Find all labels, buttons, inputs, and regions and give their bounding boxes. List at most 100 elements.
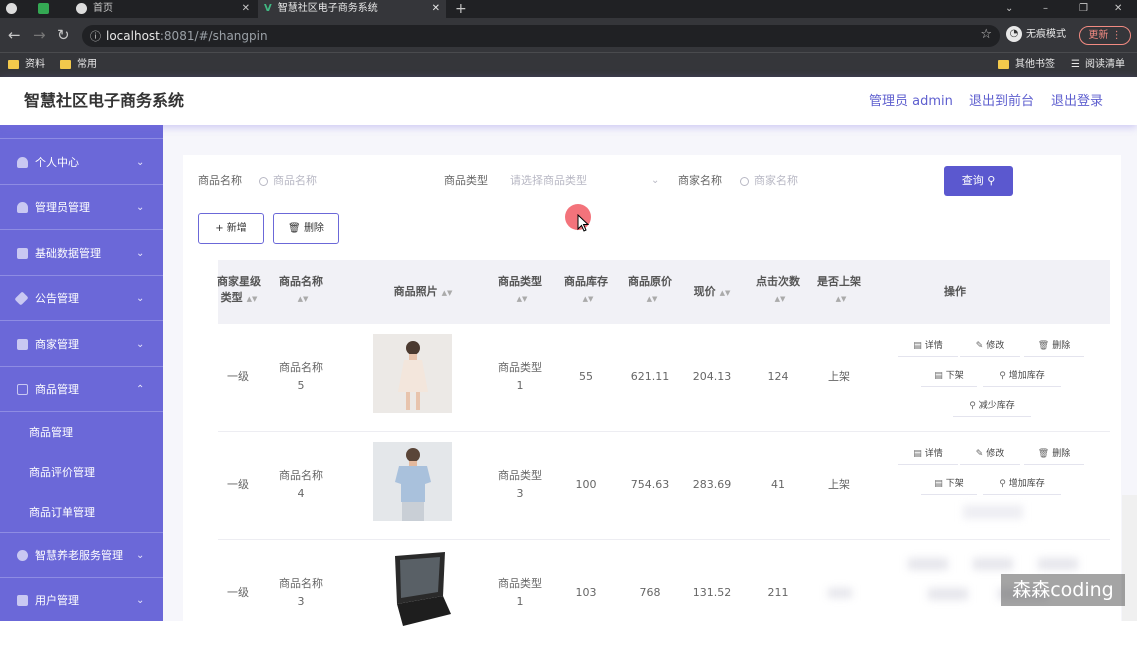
cell-original-price: 768 (639, 586, 661, 599)
forward-icon[interactable]: → (33, 26, 46, 44)
tab-active[interactable]: V 智慧社区电子商务系统 ✕ (258, 0, 446, 18)
sidebar-item-products[interactable]: 商品管理 ⌃ (0, 368, 163, 412)
submenu-item-orders[interactable]: 商品订单管理 (0, 493, 163, 533)
cell-stock: 100 (575, 478, 597, 491)
add-stock-button[interactable]: ⚲ 增加库存 (983, 365, 1061, 387)
incognito-indicator[interactable]: ◔ 无痕模式 (1006, 26, 1066, 44)
chevron-down-icon: ⌄ (136, 157, 145, 168)
edit-button[interactable]: ✎ 修改 (960, 443, 1020, 465)
reload-icon[interactable]: ↻ (57, 26, 70, 44)
sort-icon[interactable]: ▲▼ (442, 285, 453, 301)
delete-button[interactable]: 🗑 删除 (273, 213, 339, 244)
cell-clicks: 124 (767, 370, 789, 383)
sidebar-item-notices[interactable]: 公告管理 ⌄ (0, 277, 163, 321)
back-icon[interactable]: ← (8, 26, 21, 44)
submenu-item-products[interactable]: 商品管理 (0, 413, 163, 453)
off-shelf-label: 下架 (945, 479, 964, 489)
col-photo-label: 商品照片 (393, 285, 438, 298)
col-photo[interactable]: 商品照片 ▲▼ (368, 284, 478, 301)
add-button[interactable]: + 新增 (198, 213, 264, 244)
sort-icon[interactable]: ▲▼ (298, 291, 309, 307)
search-icon: ⚲ (987, 174, 996, 187)
reduce-stock-button[interactable]: ⚲ 减少库存 (953, 395, 1031, 417)
col-original-price[interactable]: 商品原价 ▲▼ (618, 274, 682, 307)
col-star[interactable]: 商家星级 类型 ▲▼ (216, 274, 262, 307)
sidebar-item-label: 个人中心 (35, 156, 79, 169)
detail-button[interactable]: ▤ 详情 (898, 335, 958, 357)
sidebar-item-personal[interactable]: 个人中心 ⌄ (0, 141, 163, 185)
reading-list[interactable]: ☰ 阅读清单 (1071, 57, 1125, 73)
update-label: 更新 (1088, 30, 1109, 41)
col-name[interactable]: 商品名称 ▲▼ (268, 274, 334, 307)
bookmark-folder[interactable]: 常用 (60, 57, 97, 73)
sidebar-item-users[interactable]: 用户管理 ⌄ (0, 579, 163, 623)
search-name-input[interactable]: 商品名称 (259, 170, 429, 192)
logout-link[interactable]: 退出登录 (1051, 93, 1103, 111)
table-row: 一级 商品名称 5 商品类型 1 55 621.11 204.13 124 上架 ▤… (218, 324, 1110, 432)
sort-icon[interactable]: ▲▼ (775, 291, 786, 307)
product-photo[interactable] (373, 550, 452, 629)
close-icon[interactable]: ✕ (432, 0, 440, 18)
tab-home[interactable]: 首页 ✕ (72, 0, 256, 18)
sidebar-item-admins[interactable]: 管理员管理 ⌄ (0, 186, 163, 230)
product-photo[interactable] (373, 442, 452, 521)
bookmark-folder[interactable]: 资料 (8, 57, 45, 73)
location-icon: ⚲ (999, 479, 1006, 489)
info-icon: ⓘ (90, 30, 101, 43)
star-icon[interactable]: ☆ (980, 27, 992, 42)
add-stock-button[interactable]: ⚲ 增加库存 (983, 473, 1061, 495)
sidebar-item-label: 智慧养老服务管理 (35, 549, 123, 562)
sidebar-item-basic-data[interactable]: 基础数据管理 ⌄ (0, 232, 163, 276)
document-icon: ▤ (913, 341, 922, 351)
col-on-sale[interactable]: 是否上架 ▲▼ (807, 274, 871, 307)
sort-icon[interactable]: ▲▼ (647, 291, 658, 307)
minimize-icon[interactable]: – (1043, 0, 1053, 18)
trash-icon: 🗑 (1037, 449, 1050, 459)
sidebar-item-label: 基础数据管理 (35, 247, 101, 260)
chrome-menu-icon[interactable] (6, 0, 22, 18)
search-name-placeholder: 商品名称 (273, 174, 317, 187)
sort-icon[interactable]: ▲▼ (247, 291, 258, 307)
product-photo[interactable] (373, 334, 452, 413)
search-type-select[interactable]: 请选择商品类型 (510, 170, 665, 192)
col-type[interactable]: 商品类型 ▲▼ (488, 274, 552, 307)
off-shelf-button[interactable]: ▤ 下架 (921, 365, 977, 387)
submenu-item-reviews[interactable]: 商品评价管理 (0, 453, 163, 493)
url-input[interactable]: ⓘ localhost:8081/#/shangpin ☆ (82, 25, 1000, 47)
sort-icon[interactable]: ▲▼ (836, 291, 847, 307)
detail-button[interactable]: ▤ 详情 (898, 443, 958, 465)
chart-icon (17, 595, 28, 606)
col-clicks[interactable]: 点击次数 ▲▼ (746, 274, 810, 307)
search-shop-input[interactable]: 商家名称 (740, 170, 910, 192)
sort-icon[interactable]: ▲▼ (517, 291, 528, 307)
restore-icon[interactable]: ❐ (1079, 0, 1089, 18)
cell-type-text: 商品类型 (498, 469, 542, 482)
trash-icon: 🗑 (288, 223, 301, 234)
col-stock[interactable]: 商品库存 ▲▼ (554, 274, 618, 307)
col-price[interactable]: 现价 ▲▼ (680, 284, 744, 301)
tab-search-icon[interactable]: ⌄ (1005, 0, 1015, 18)
row-delete-button[interactable]: 🗑 删除 (1024, 335, 1084, 357)
row-delete-button[interactable]: 🗑 删除 (1024, 443, 1084, 465)
sidebar-item-elderly-care[interactable]: 智慧养老服务管理 ⌄ (0, 534, 163, 578)
col-star-label: 商家星级 (217, 275, 261, 288)
cell-type-number: 3 (516, 487, 524, 500)
off-shelf-button[interactable]: ▤ 下架 (921, 473, 977, 495)
front-link[interactable]: 退出到前台 (969, 93, 1034, 111)
new-tab-icon[interactable]: + (455, 0, 469, 18)
sort-icon[interactable]: ▲▼ (720, 285, 731, 301)
close-icon[interactable]: ✕ (242, 0, 250, 18)
window-close-icon[interactable]: ✕ (1114, 0, 1124, 18)
update-button[interactable]: 更新 ⋮ (1079, 26, 1131, 45)
pinned-tab-icon[interactable] (38, 0, 56, 18)
sort-icon[interactable]: ▲▼ (583, 291, 594, 307)
edit-button[interactable]: ✎ 修改 (960, 335, 1020, 357)
watermark: 森森coding (1001, 574, 1125, 606)
trash-icon: 🗑 (1037, 341, 1050, 351)
cell-name-text: 商品名称 (279, 361, 323, 374)
other-bookmarks[interactable]: 其他书签 (998, 57, 1055, 73)
query-button[interactable]: 查询 ⚲ (944, 166, 1013, 196)
admin-label: 管理员 admin (869, 94, 953, 109)
sidebar-item-merchants[interactable]: 商家管理 ⌄ (0, 323, 163, 367)
chevron-down-icon: ⌄ (651, 175, 660, 186)
